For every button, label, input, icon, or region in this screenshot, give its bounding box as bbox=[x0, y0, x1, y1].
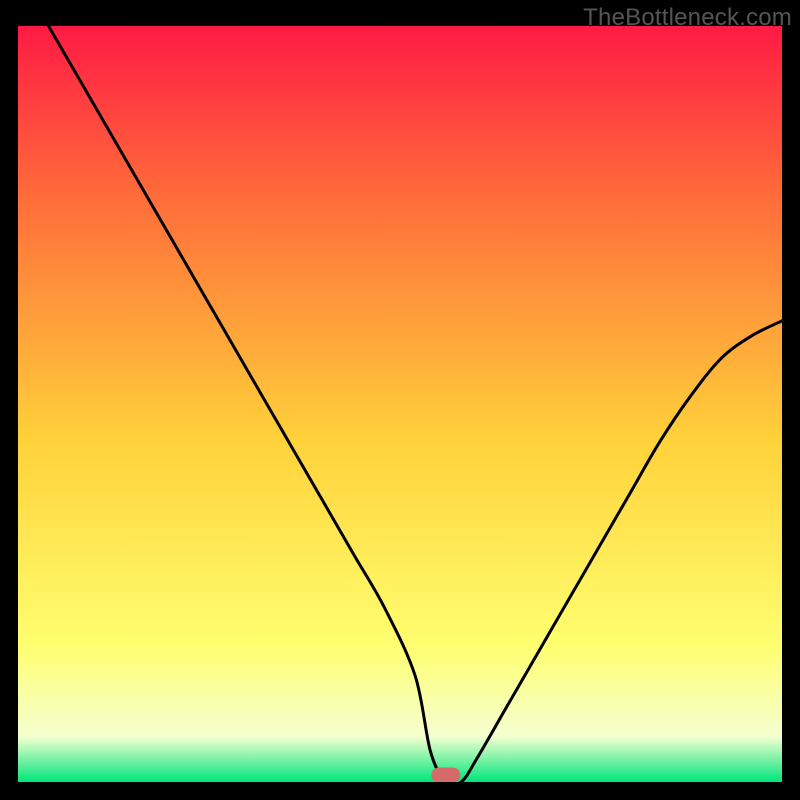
bottleneck-chart bbox=[18, 26, 782, 782]
optimal-marker bbox=[432, 768, 460, 782]
gradient-background bbox=[18, 26, 782, 782]
attribution-text: TheBottleneck.com bbox=[583, 4, 792, 32]
